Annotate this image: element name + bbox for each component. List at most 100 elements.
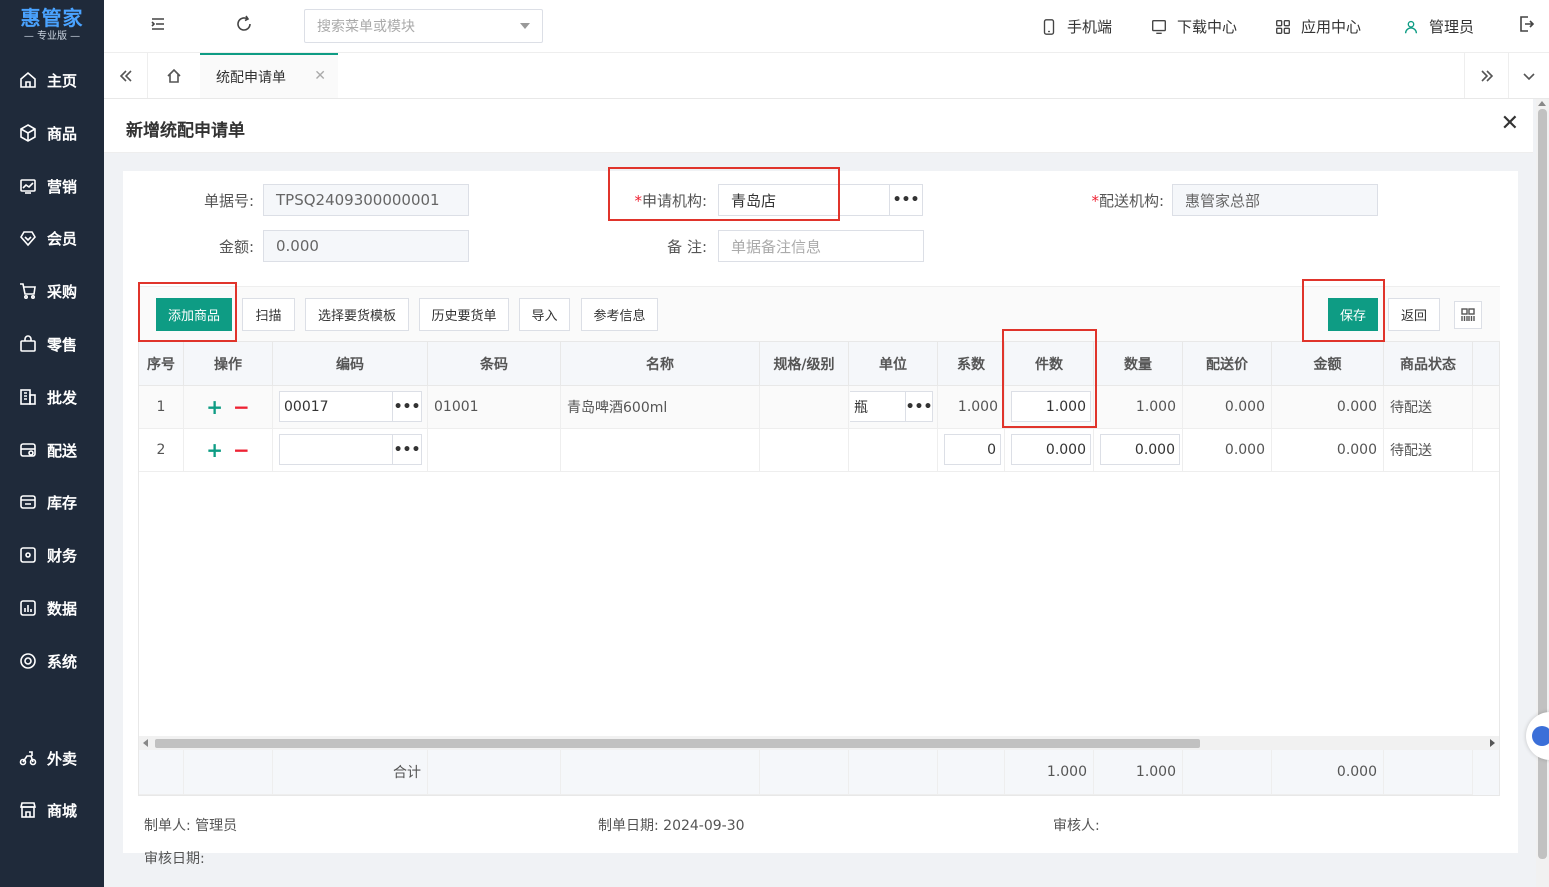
column-header: 配送价 [1183, 342, 1272, 386]
sidebar-item-member[interactable]: 会员 [0, 218, 104, 258]
barcode-cell: 01001 [428, 386, 561, 429]
pieces-input[interactable]: 1.000 [1011, 391, 1091, 422]
column-header: 商品状态 [1384, 342, 1473, 386]
coef-cell: 1.000 [938, 386, 1005, 429]
sidebar-item-finance[interactable]: 财务 [0, 535, 104, 575]
remark-input[interactable]: 单据备注信息 [718, 230, 924, 262]
tab-scroll-right-button[interactable] [1464, 53, 1508, 98]
save-button[interactable]: 保存 [1328, 298, 1378, 331]
doc-no-label: 单据号: [203, 192, 254, 210]
column-header: 名称 [561, 342, 760, 386]
tab-bar: 统配申请单 ✕ [104, 53, 1549, 99]
qty-input[interactable]: 0.000 [1100, 434, 1180, 465]
user-menu[interactable]: 管理员 [1402, 16, 1474, 37]
close-page-button[interactable]: ✕ [1501, 111, 1519, 136]
search-input[interactable]: 搜索菜单或模块 [304, 9, 543, 43]
sidebar-item-takeout[interactable]: 外卖 [0, 738, 104, 778]
audit-date-info: 审核日期: [144, 851, 205, 867]
column-settings-button[interactable] [1454, 301, 1482, 329]
code-input[interactable] [279, 434, 393, 465]
remove-row-icon[interactable]: − [233, 395, 250, 419]
column-header: 件数 [1005, 342, 1094, 386]
column-header: 编码 [273, 342, 428, 386]
download-center-link[interactable]: 下载中心 [1150, 16, 1237, 37]
sidebar-item-home[interactable]: 主页 [0, 60, 104, 100]
cart-icon [20, 283, 36, 300]
barcode-cell [428, 429, 561, 472]
sidebar-item-purchase[interactable]: 采购 [0, 271, 104, 311]
history-orders-button[interactable]: 历史要货单 [419, 298, 509, 331]
code-picker-button[interactable]: ••• [392, 391, 422, 422]
scrollbar-thumb[interactable] [155, 739, 1200, 748]
assistant-float-button[interactable] [1526, 712, 1549, 760]
qty-cell: 1.000 [1094, 386, 1183, 429]
chevron-down-icon [520, 23, 530, 29]
logout-button[interactable] [1516, 14, 1540, 38]
column-header: 数量 [1094, 342, 1183, 386]
tab-dispatch-application[interactable]: 统配申请单 ✕ [200, 53, 338, 98]
mobile-label: 手机端 [1067, 18, 1113, 36]
apply-org-picker-button[interactable]: ••• [889, 184, 923, 216]
sidebar-item-wholesale[interactable]: 批发 [0, 377, 104, 417]
back-button[interactable]: 返回 [1388, 298, 1440, 331]
tab-home[interactable] [152, 53, 196, 98]
tab-scroll-left-button[interactable] [104, 53, 148, 98]
column-header: 金额 [1272, 342, 1384, 386]
unit-picker-button[interactable]: ••• [905, 391, 933, 422]
add-row-icon[interactable]: + [206, 438, 223, 462]
truck-icon [20, 443, 36, 457]
menu-toggle-button[interactable] [148, 14, 172, 38]
code-picker-button[interactable]: ••• [392, 434, 422, 465]
spec-cell [760, 429, 849, 472]
monitor-icon [1152, 19, 1166, 34]
sidebar-item-marketing[interactable]: 营销 [0, 166, 104, 206]
sidebar-item-system[interactable]: 系统 [0, 641, 104, 681]
add-row-icon[interactable]: + [206, 395, 223, 419]
column-header: 规格/级别 [760, 342, 849, 386]
sidebar-item-goods[interactable]: 商品 [0, 113, 104, 153]
code-input[interactable]: 00017 [279, 391, 393, 422]
download-label: 下载中心 [1177, 18, 1238, 36]
double-chevron-left-icon [119, 69, 132, 82]
sidebar-item-retail[interactable]: 零售 [0, 324, 104, 364]
home-icon [167, 68, 181, 83]
apply-org-field[interactable]: 青岛店 [718, 184, 890, 216]
sidebar-item-label: 库存 [47, 493, 78, 512]
horizontal-scrollbar[interactable] [139, 736, 1499, 750]
page-title: 新增统配申请单 [126, 121, 245, 141]
column-header: 系数 [938, 342, 1005, 386]
tab-dropdown-button[interactable] [1508, 53, 1549, 98]
add-goods-button[interactable]: 添加商品 [156, 298, 232, 331]
home-icon [20, 71, 36, 88]
sidebar-item-delivery[interactable]: 配送 [0, 430, 104, 470]
brand-name: 惠管家 [20, 6, 84, 30]
sidebar-item-mall[interactable]: 商城 [0, 790, 104, 830]
refresh-button[interactable] [234, 14, 258, 38]
scooter-icon [19, 751, 37, 766]
amount-cell: 0.000 [1272, 429, 1384, 472]
mobile-link[interactable]: 手机端 [1040, 16, 1112, 37]
sidebar-item-inventory[interactable]: 库存 [0, 482, 104, 522]
sidebar-item-label: 系统 [47, 652, 78, 671]
bag-icon [20, 335, 36, 352]
reference-info-button[interactable]: 参考信息 [581, 298, 658, 331]
row-index: 2 [139, 429, 184, 472]
sidebar-item-label: 批发 [47, 388, 78, 407]
app-center-link[interactable]: 应用中心 [1274, 16, 1361, 37]
remove-row-icon[interactable]: − [233, 438, 250, 462]
apply-org-label: *申请机构: [634, 192, 707, 210]
coef-input[interactable]: 0 [944, 434, 1001, 465]
double-chevron-right-icon [1480, 69, 1493, 82]
scan-button[interactable]: 扫描 [242, 298, 295, 331]
total-amount: 0.000 [1272, 750, 1384, 795]
unit-input[interactable]: 瓶 [850, 391, 906, 422]
close-icon[interactable]: ✕ [314, 68, 326, 84]
sidebar-item-data[interactable]: 数据 [0, 588, 104, 628]
vertical-scrollbar[interactable] [1536, 99, 1549, 887]
building-icon [20, 389, 36, 405]
pieces-input[interactable]: 0.000 [1011, 434, 1091, 465]
select-template-button[interactable]: 选择要货模板 [305, 298, 409, 331]
price-cell: 0.000 [1183, 386, 1272, 429]
page-header: 新增统配申请单 ✕ [104, 99, 1533, 153]
import-button[interactable]: 导入 [519, 298, 570, 331]
